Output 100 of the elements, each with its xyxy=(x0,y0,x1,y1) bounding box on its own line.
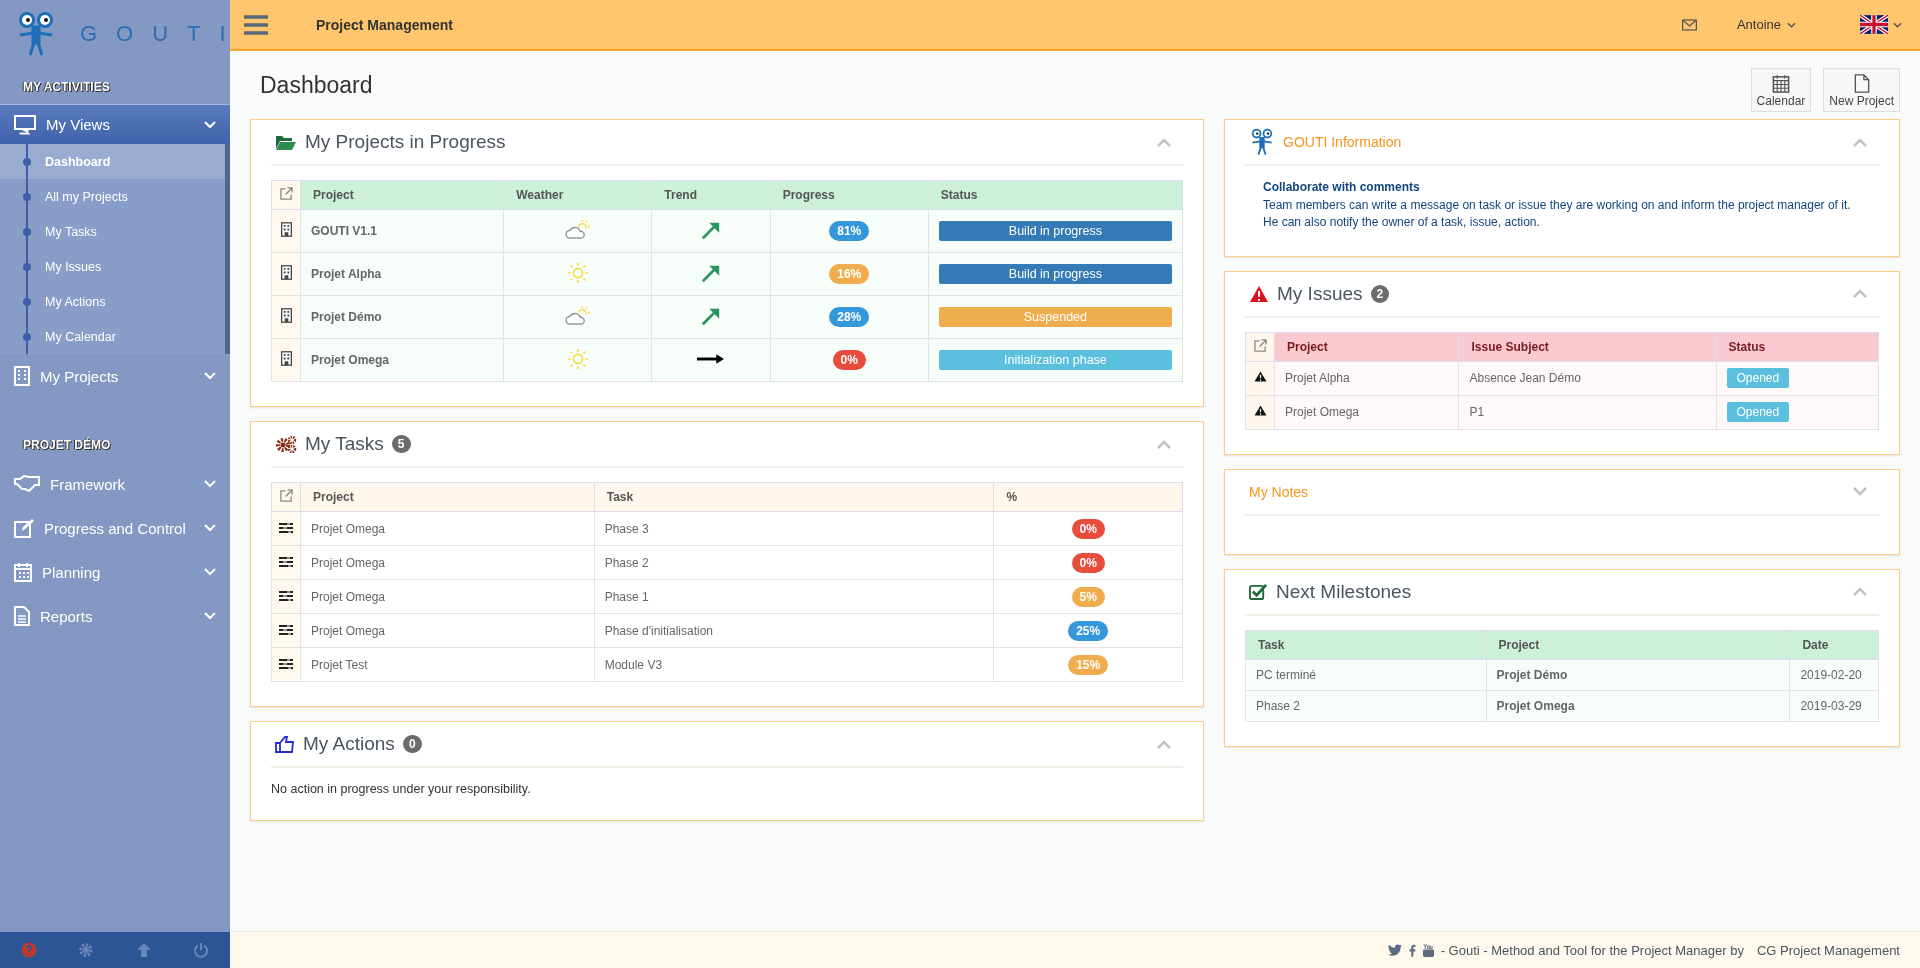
column-header: Weather xyxy=(503,180,652,210)
info-text: Team members can write a message on task or issue they are working on and inform the project manager of it. He can also notify the owner of a task, issue, action. xyxy=(1263,197,1852,232)
section-title: PROJET DÉMO xyxy=(22,436,112,454)
table-cell: Phase 3 xyxy=(594,511,994,546)
table-cell: Projet Omega xyxy=(300,511,595,546)
external-link-icon xyxy=(1253,338,1267,352)
submenu-item[interactable]: My Actions xyxy=(45,294,106,309)
calendar-icon xyxy=(14,562,32,582)
column-header: Project xyxy=(1486,630,1790,660)
table-cell: Projet Omega xyxy=(1486,690,1790,722)
percent-badge: 25% xyxy=(1068,620,1109,641)
empty-message: No action in progress under your responsibility. xyxy=(271,782,532,796)
language-menu[interactable] xyxy=(1860,15,1902,34)
column-header: Task xyxy=(594,482,994,512)
calendar-button[interactable]: Calendar xyxy=(1750,68,1812,112)
table-cell: Projet Démo xyxy=(300,295,504,339)
status-label: Build in progress xyxy=(938,221,1172,241)
submenu-item[interactable]: My Tasks xyxy=(45,224,97,239)
timeline-dot xyxy=(23,262,31,271)
column-header: Date xyxy=(1789,630,1879,660)
task-list-icon xyxy=(279,590,293,601)
external-link-icon xyxy=(279,489,293,502)
table-cell: Projet Alpha xyxy=(300,252,504,296)
column-header: Issue Subject xyxy=(1459,332,1716,362)
table-cell: Projet Omega xyxy=(300,545,595,580)
chevron-down-icon xyxy=(204,568,216,576)
column-header: Task xyxy=(1245,630,1487,660)
arrow-up-icon[interactable] xyxy=(135,942,152,958)
chevron-up-icon[interactable] xyxy=(1853,587,1867,597)
chevron-down-icon[interactable] xyxy=(1853,487,1867,497)
menu-item[interactable]: Reports xyxy=(0,594,230,638)
building-icon xyxy=(280,308,292,323)
table-cell: Phase 1 xyxy=(594,579,994,614)
company-link[interactable]: CG Project Management xyxy=(1756,942,1900,958)
mail-icon[interactable] xyxy=(1681,18,1697,31)
folder-icon xyxy=(275,134,297,150)
timeline-dot xyxy=(23,227,31,236)
help-icon[interactable] xyxy=(20,942,37,958)
new-project-button[interactable]: New Project xyxy=(1823,68,1900,112)
timeline-dot xyxy=(23,332,31,341)
progress-badge: 0% xyxy=(832,350,866,370)
chevron-down-icon xyxy=(204,612,216,620)
submenu-item[interactable]: My Issues xyxy=(45,259,102,274)
gears-icon xyxy=(275,435,297,453)
submenu-item[interactable]: Dashboard xyxy=(45,154,111,169)
chevron-up-icon[interactable] xyxy=(1157,739,1171,749)
column-header: Progress xyxy=(770,180,929,210)
table-cell: GOUTI V1.1 xyxy=(300,209,504,253)
twitter-icon[interactable] xyxy=(1387,944,1402,956)
menu-item[interactable]: Planning xyxy=(0,550,230,594)
count-badge: 0 xyxy=(402,735,422,753)
chevron-up-icon[interactable] xyxy=(1853,289,1867,299)
submenu-item[interactable]: All my Projects xyxy=(45,189,128,204)
submenu-item[interactable]: My Calendar xyxy=(45,329,116,344)
building-icon xyxy=(280,222,292,237)
table-cell: Projet Test xyxy=(300,647,595,682)
panel-title: My Tasks xyxy=(305,433,384,455)
power-icon[interactable] xyxy=(193,942,210,958)
table-cell: Module V3 xyxy=(594,647,994,682)
settings-icon[interactable] xyxy=(78,942,95,958)
chevron-up-icon[interactable] xyxy=(1853,137,1867,147)
column-header: Project xyxy=(300,180,504,210)
table-cell: Phase 2 xyxy=(594,545,994,580)
user-menu[interactable]: Antoine xyxy=(1730,16,1802,33)
menu-item[interactable]: My Views xyxy=(0,104,230,144)
building-icon xyxy=(280,265,292,280)
thumbs-up-icon xyxy=(275,735,295,753)
table-cell: Absence Jean Démo xyxy=(1459,361,1716,396)
menu-item[interactable]: Framework xyxy=(0,462,230,506)
youtube-icon[interactable] xyxy=(1422,943,1434,957)
brand-name: GOUTI xyxy=(80,21,245,47)
column-header: Project xyxy=(1274,332,1459,362)
facebook-icon[interactable] xyxy=(1408,943,1416,957)
calendar-icon xyxy=(1771,74,1790,93)
footer-text: - Gouti - Method and Tool for the Project Manager by xyxy=(1440,942,1744,958)
status-label: Suspended xyxy=(938,307,1172,327)
timeline-dot xyxy=(23,297,31,306)
building-icon xyxy=(14,366,30,386)
table-cell: Projet Alpha xyxy=(1274,361,1459,396)
column-header: Status xyxy=(928,180,1183,210)
caret-icon xyxy=(1893,21,1902,28)
chevron-down-icon xyxy=(204,120,216,129)
status-label: Build in progress xyxy=(938,264,1172,284)
percent-badge: 0% xyxy=(1071,552,1105,573)
section-title: MY ACTIVITIES xyxy=(22,79,111,96)
document-icon xyxy=(1853,74,1870,93)
menu-item[interactable]: Progress and Control xyxy=(0,506,230,550)
chevron-up-icon[interactable] xyxy=(1157,137,1171,147)
warning-icon xyxy=(1253,405,1267,417)
table-cell: Projet Omega xyxy=(300,613,595,648)
app-title: Project Management xyxy=(316,16,453,33)
panel-title: GOUTI Information xyxy=(1283,134,1402,150)
menu-icon[interactable] xyxy=(244,14,268,35)
document-icon xyxy=(14,606,30,626)
monitor-icon xyxy=(14,114,36,135)
menu-item[interactable]: My Projects xyxy=(0,354,230,398)
table-cell: PC terminé xyxy=(1245,659,1487,691)
warning-icon xyxy=(1253,371,1267,383)
caret-icon xyxy=(1787,21,1796,28)
chevron-up-icon[interactable] xyxy=(1157,439,1171,449)
